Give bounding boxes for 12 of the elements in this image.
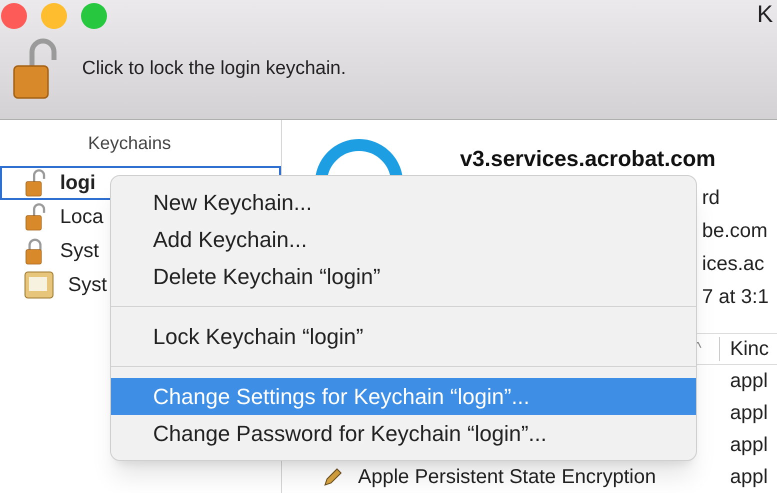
detail-text: ices.ac <box>702 252 766 277</box>
item-title: v3.services.acrobat.com <box>460 145 717 173</box>
detail-text: be.com <box>702 219 769 244</box>
table-cell-text: appl <box>730 401 769 426</box>
table-cell-text: Apple Persistent State Encryption <box>358 465 657 490</box>
table-cell-text: appl <box>730 369 769 394</box>
table-cell-text: appl <box>730 465 769 490</box>
sidebar-header: Keychains <box>86 132 172 155</box>
detail-text: 7 at 3:1 <box>702 285 769 310</box>
table-cell-text: appl <box>730 433 769 458</box>
window-title: K <box>756 0 773 30</box>
detail-text: rd <box>702 186 721 211</box>
